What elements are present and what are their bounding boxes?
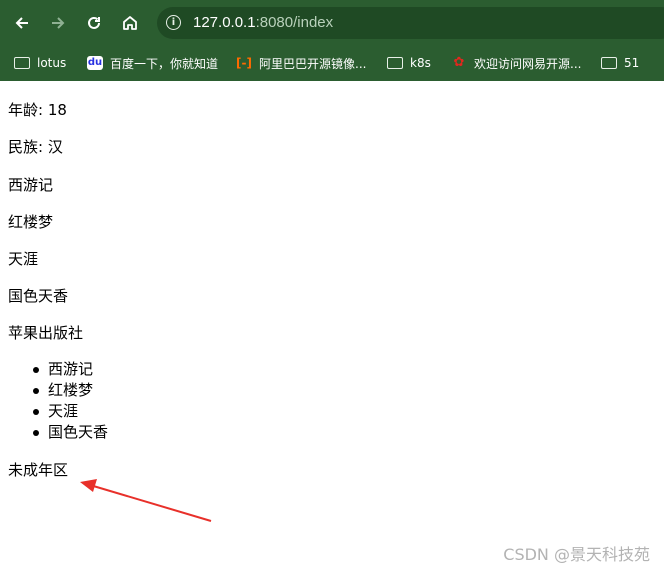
annotation-arrow-icon (80, 479, 212, 522)
watermark: CSDN @景天科技苑 (503, 545, 650, 564)
